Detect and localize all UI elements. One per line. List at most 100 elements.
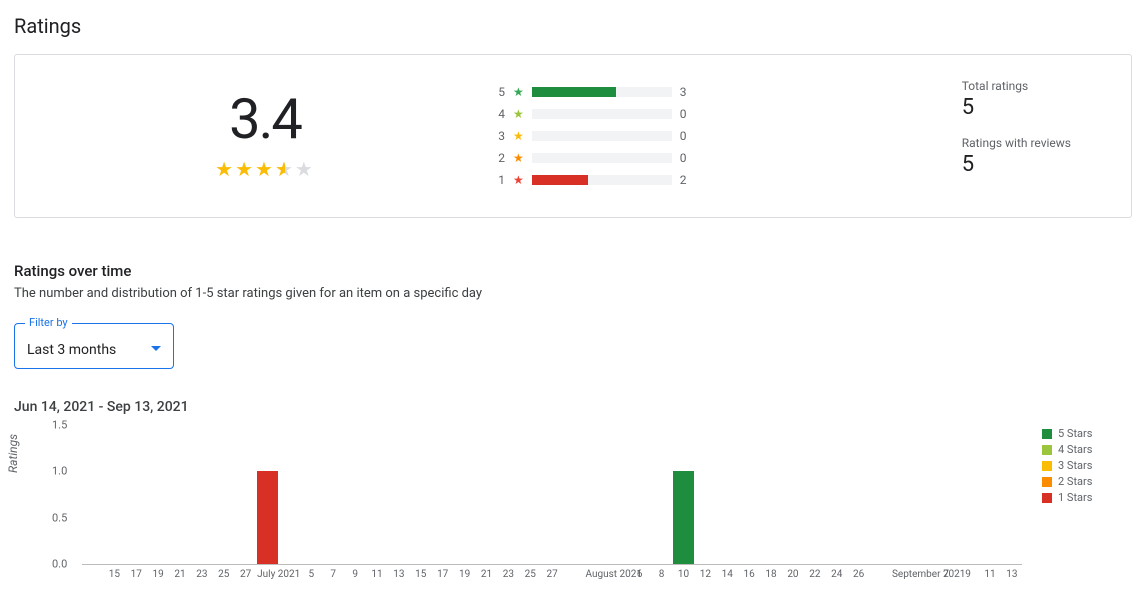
distribution-row: 2★0 xyxy=(495,147,725,169)
legend-swatch xyxy=(1042,477,1052,487)
chart-x-tick: 16 xyxy=(739,569,760,580)
ratings-over-time-desc: The number and distribution of 1-5 star … xyxy=(14,286,1132,301)
star-icon: ★ xyxy=(255,157,275,181)
chart-x-axis: 15171921232527July 202157911131517192123… xyxy=(82,565,1022,580)
ratings-over-time-chart: Ratings 0.00.51.01.5 15171921232527July … xyxy=(14,425,1132,580)
star-icon: ★ xyxy=(513,85,524,99)
chart-x-tick: 17 xyxy=(126,569,147,580)
ratings-with-reviews-value: 5 xyxy=(962,152,1071,177)
chart-x-tick: 23 xyxy=(498,569,519,580)
chart-x-tick: 7 xyxy=(323,569,344,580)
chart-y-tick: 0.5 xyxy=(52,511,67,524)
ratings-totals: Total ratings 5 Ratings with reviews 5 xyxy=(962,79,1111,193)
star-icon: ★ xyxy=(513,107,524,121)
chart-x-tick: 26 xyxy=(848,569,869,580)
legend-label: 2 Stars xyxy=(1058,475,1092,488)
legend-entry: 3 Stars xyxy=(1042,459,1132,472)
chart-plot-area: 0.00.51.01.5 xyxy=(82,425,1022,565)
total-ratings-value: 5 xyxy=(962,95,1071,120)
chart-x-tick: 11 xyxy=(980,569,1001,580)
star-icon: ★ xyxy=(215,157,235,181)
chart-x-tick: 12 xyxy=(695,569,716,580)
dist-star-number: 1 xyxy=(495,173,505,187)
chart-y-tick: 1.5 xyxy=(52,419,67,432)
star-icon: ★ xyxy=(513,173,524,187)
ratings-with-reviews-label: Ratings with reviews xyxy=(962,136,1071,150)
legend-entry: 1 Stars xyxy=(1042,491,1132,504)
chart-x-tick xyxy=(914,569,935,580)
chart-x-tick: 21 xyxy=(476,569,497,580)
dist-count: 2 xyxy=(680,173,692,187)
star-icon: ★ xyxy=(513,129,524,143)
chart-x-tick: 13 xyxy=(388,569,409,580)
chart-x-tick: 8 xyxy=(651,569,672,580)
dist-star-number: 4 xyxy=(495,107,505,121)
legend-label: 4 Stars xyxy=(1058,443,1092,456)
filter-by-label: Filter by xyxy=(25,316,72,329)
chart-x-tick: 5 xyxy=(301,569,322,580)
chart-x-tick: 25 xyxy=(213,569,234,580)
average-rating-value: 3.4 xyxy=(35,91,495,147)
chart-y-tick: 0.0 xyxy=(52,558,67,571)
star-icon: ★ xyxy=(235,157,255,181)
chart-x-tick: August 2021 xyxy=(585,569,606,580)
legend-label: 1 Stars xyxy=(1058,491,1092,504)
ratings-distribution: 5★34★03★02★01★2 xyxy=(495,81,725,191)
dist-count: 0 xyxy=(680,129,692,143)
chart-x-tick: 18 xyxy=(761,569,782,580)
chart-x-tick: 10 xyxy=(673,569,694,580)
distribution-row: 1 ★ 2 xyxy=(495,169,725,191)
average-rating-stars: ★★★★★ xyxy=(35,157,495,181)
legend-swatch xyxy=(1042,429,1052,439)
chart-y-axis-label: Ratings xyxy=(6,433,20,472)
chart-x-tick xyxy=(564,569,585,580)
legend-label: 5 Stars xyxy=(1058,427,1092,440)
legend-swatch xyxy=(1042,461,1052,471)
chart-x-tick: July 2021 xyxy=(257,569,278,580)
dist-count: 0 xyxy=(680,151,692,165)
chart-x-tick: 19 xyxy=(148,569,169,580)
chart-x-tick: 24 xyxy=(826,569,847,580)
star-empty-icon: ★ xyxy=(295,157,315,181)
chart-x-tick: 20 xyxy=(783,569,804,580)
dist-count: 0 xyxy=(680,107,692,121)
page-title: Ratings xyxy=(14,14,1132,38)
legend-swatch xyxy=(1042,493,1052,503)
star-icon: ★ xyxy=(513,151,524,165)
distribution-row: 4 ★ 0 xyxy=(495,103,725,125)
legend-entry: 5 Stars xyxy=(1042,427,1132,440)
distribution-row: 3★0 xyxy=(495,125,725,147)
chart-x-tick: September 2021 xyxy=(892,569,913,580)
distribution-row: 5★3 xyxy=(495,81,725,103)
star-half-icon: ★ xyxy=(275,157,295,181)
chart-x-tick: 27 xyxy=(235,569,256,580)
average-rating-block: 3.4 ★★★★★ xyxy=(35,91,495,181)
legend-entry: 2 Stars xyxy=(1042,475,1132,488)
chart-x-tick: 17 xyxy=(432,569,453,580)
chart-x-tick xyxy=(870,569,891,580)
dist-bar-track xyxy=(532,153,672,163)
chart-x-tick: 6 xyxy=(629,569,650,580)
chart-x-tick: 11 xyxy=(367,569,388,580)
dist-star-number: 5 xyxy=(495,85,505,99)
chart-x-tick: 19 xyxy=(454,569,475,580)
total-ratings-label: Total ratings xyxy=(962,79,1071,93)
chart-x-tick: 13 xyxy=(1001,569,1022,580)
chart-date-range: Jun 14, 2021 - Sep 13, 2021 xyxy=(14,399,1132,415)
ratings-summary-card: 3.4 ★★★★★ 5★34★03★02★01★2 Total ratings … xyxy=(14,54,1132,218)
chevron-down-icon xyxy=(151,346,161,351)
dist-bar-track xyxy=(532,175,672,185)
chart-x-tick: 23 xyxy=(191,569,212,580)
chart-x-tick: 25 xyxy=(520,569,541,580)
chart-x-tick: 27 xyxy=(542,569,563,580)
chart-legend: 5 Stars 4 Stars 3 Stars 2 Stars 1 Stars xyxy=(1042,425,1132,580)
chart-x-tick: 21 xyxy=(170,569,191,580)
chart-x-tick: 14 xyxy=(717,569,738,580)
ratings-over-time-title: Ratings over time xyxy=(14,262,1132,280)
dist-bar-track xyxy=(532,87,672,97)
chart-x-tick: 22 xyxy=(804,569,825,580)
dist-bar-track xyxy=(532,131,672,141)
dist-bar-track xyxy=(532,109,672,119)
legend-swatch xyxy=(1042,445,1052,455)
filter-by-dropdown[interactable]: Filter by Last 3 months xyxy=(14,323,174,369)
